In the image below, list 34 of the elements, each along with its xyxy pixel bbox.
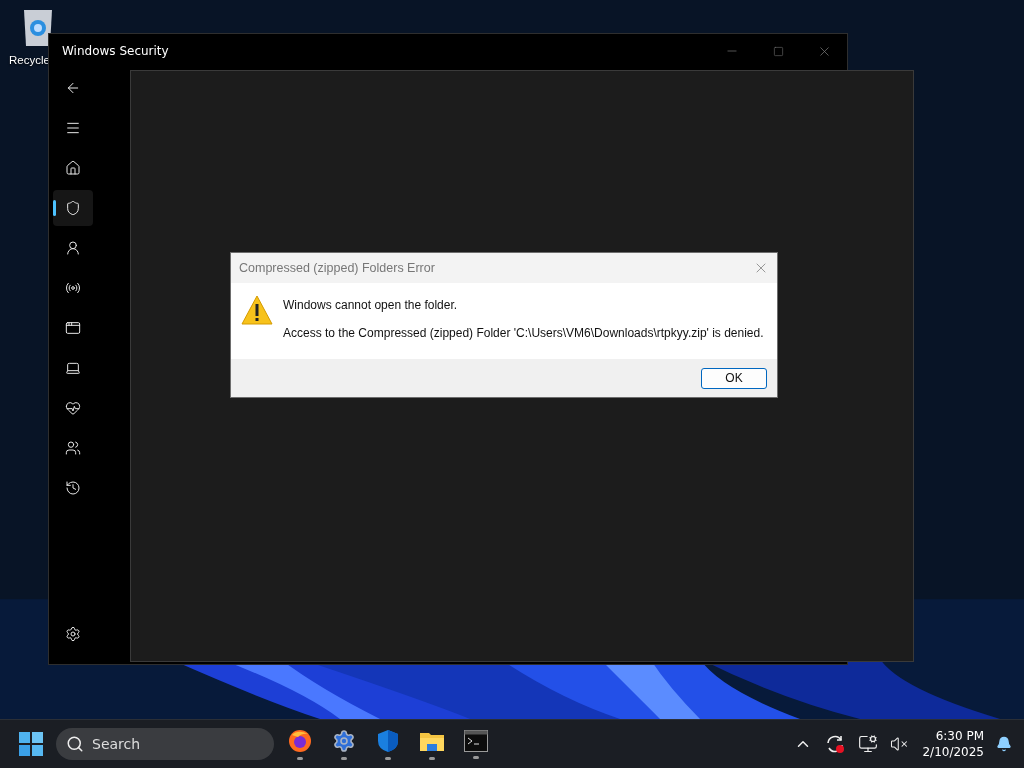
ok-button[interactable]: OK	[701, 367, 767, 389]
clock-time: 6:30 PM	[935, 728, 984, 744]
clock-date: 2/10/2025	[922, 744, 984, 760]
laptop-icon	[65, 360, 81, 376]
network-icon[interactable]	[858, 734, 879, 754]
person-icon	[65, 240, 81, 256]
menu-icon	[65, 120, 81, 136]
sync-icon[interactable]	[824, 733, 847, 755]
shield-icon	[65, 200, 81, 216]
people-icon	[65, 440, 81, 456]
desktop-icon-label: Recycle	[9, 54, 50, 66]
home-icon	[65, 160, 81, 176]
fox-globe-icon	[288, 728, 312, 753]
warning-icon	[241, 295, 273, 325]
dialog-title: Compressed (zipped) Folders Error	[239, 261, 436, 275]
error-detail: Access to the Compressed (zipped) Folder 'C:\Users\VM6\Downloads\rtpkyy.zip' is denied.	[283, 326, 764, 340]
selection-indicator	[53, 200, 56, 216]
maximize-icon	[772, 45, 784, 57]
bell-icon[interactable]	[996, 736, 1012, 752]
volume-muted-icon[interactable]	[890, 735, 909, 753]
search-field[interactable]: Search	[56, 728, 274, 760]
settings-icon	[65, 626, 81, 642]
antenna-icon	[65, 280, 81, 296]
heart-pulse-icon	[65, 400, 81, 416]
terminal-icon	[464, 729, 488, 752]
history-icon	[65, 480, 81, 496]
sidebar-item[interactable]	[53, 190, 93, 226]
error-message: Windows cannot open the folder.	[283, 298, 459, 312]
search-icon	[66, 735, 84, 753]
gear-icon	[332, 728, 356, 753]
shield-icon	[376, 728, 400, 753]
window-title: Windows Security	[62, 44, 170, 58]
window-icon	[65, 320, 81, 336]
start-icon[interactable]	[18, 731, 44, 757]
